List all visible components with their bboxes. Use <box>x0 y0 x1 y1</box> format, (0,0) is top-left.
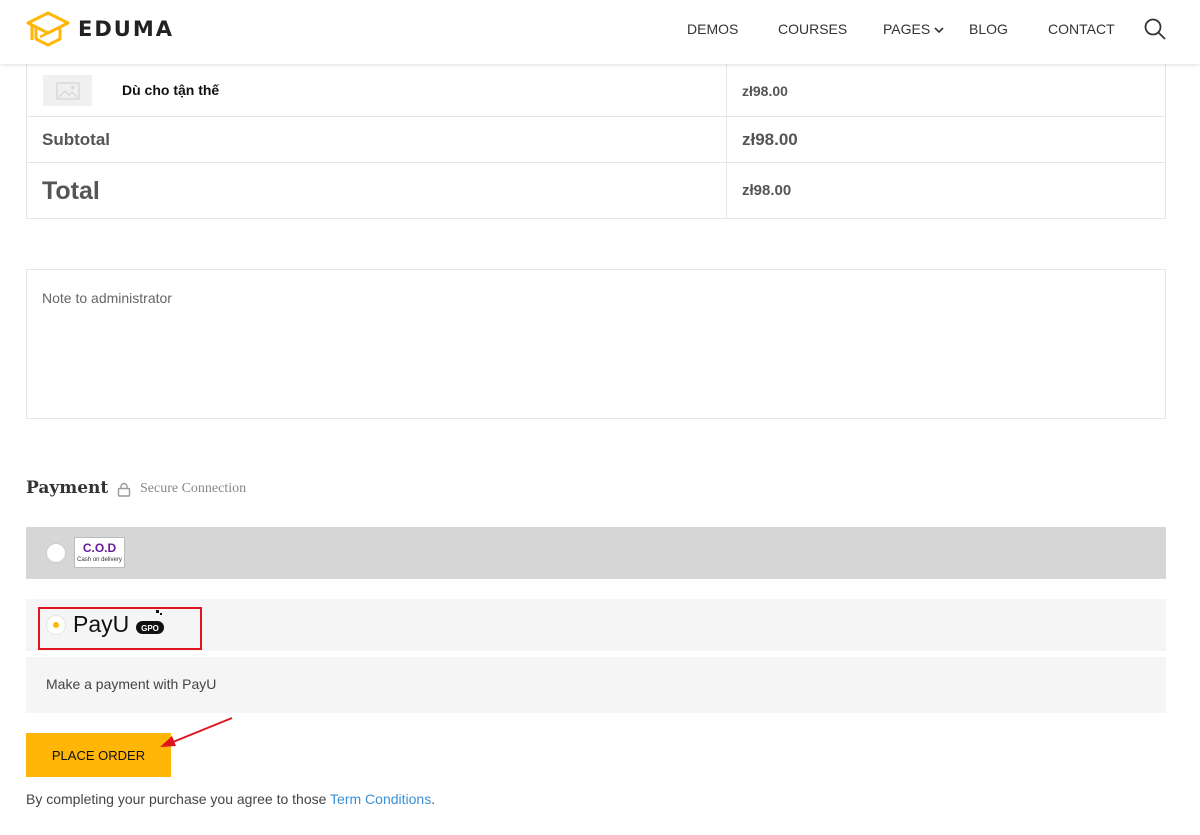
note-to-admin-textarea[interactable] <box>26 269 1166 419</box>
payment-method-cod[interactable]: C.O.D Cash on delivery <box>26 527 1166 579</box>
table-row-total: Total zł98.00 <box>27 163 1165 219</box>
place-order-button[interactable]: PLACE ORDER <box>26 733 171 777</box>
product-thumbnail <box>43 75 92 106</box>
lock-icon <box>117 482 131 497</box>
secure-connection-label: Secure Connection <box>140 481 247 496</box>
payu-badge-text: GPO <box>141 624 159 633</box>
nav-pages-label: PAGES <box>883 21 931 37</box>
agreement-text: By completing your purchase you agree to… <box>26 791 435 807</box>
main-nav: DEMOS COURSES PAGES BLOG CONTACT <box>0 20 1200 40</box>
nav-demos[interactable]: DEMOS <box>687 20 738 38</box>
payment-method-payu[interactable]: PayU GPO <box>26 599 1166 651</box>
nav-pages[interactable]: PAGES <box>883 20 944 38</box>
nav-blog[interactable]: BLOG <box>969 20 1008 38</box>
subtotal-label: Subtotal <box>42 130 110 149</box>
term-conditions-link[interactable]: Term Conditions <box>330 791 431 807</box>
subtotal-value: zł98.00 <box>742 130 798 149</box>
total-label: Total <box>42 177 100 205</box>
payu-description: Make a payment with PayU <box>26 657 1166 713</box>
image-placeholder-icon <box>55 81 80 100</box>
product-name: Dù cho tận thế <box>122 82 220 98</box>
table-row-product: Dù cho tận thế zł98.00 <box>27 64 1165 117</box>
agreement-tail: . <box>431 791 436 807</box>
payu-logo: PayU GPO <box>73 610 164 637</box>
product-price: zł98.00 <box>742 83 788 99</box>
search-icon[interactable] <box>1143 17 1167 41</box>
chevron-down-icon <box>934 27 944 33</box>
order-summary-table: Dù cho tận thế zł98.00 Subtotal zł98.00 … <box>26 64 1166 219</box>
total-value: zł98.00 <box>742 182 792 199</box>
cod-logo: C.O.D Cash on delivery <box>74 537 125 568</box>
annotation-arrow-icon <box>160 717 233 747</box>
payment-title: Payment <box>26 478 109 498</box>
site-header: EDUMA DEMOS COURSES PAGES BLOG CONTACT <box>0 0 1200 64</box>
cod-logo-subtitle: Cash on delivery <box>77 557 122 563</box>
table-row-subtotal: Subtotal zł98.00 <box>27 117 1165 163</box>
payu-radio[interactable] <box>46 615 66 635</box>
payu-logo-text: PayU <box>73 611 129 637</box>
cod-logo-title: C.O.D <box>82 541 117 555</box>
secure-connection: Secure Connection <box>117 481 246 497</box>
nav-contact[interactable]: CONTACT <box>1048 20 1115 38</box>
agreement-prefix: By completing your purchase you agree to… <box>26 791 331 807</box>
cod-radio[interactable] <box>46 543 66 563</box>
nav-courses[interactable]: COURSES <box>778 20 847 38</box>
